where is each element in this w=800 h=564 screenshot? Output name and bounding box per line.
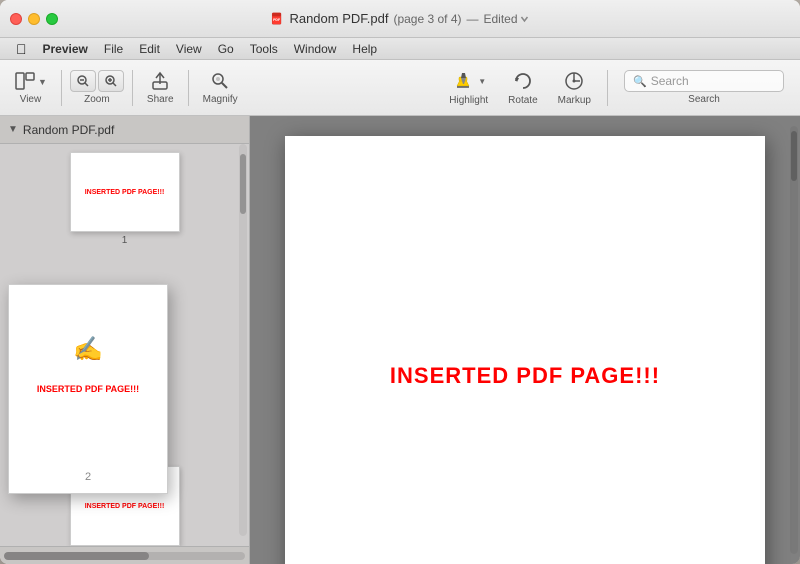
menu-window[interactable]: Window [286,38,345,60]
sidebar-scrollbar-thumb [240,154,246,214]
titlebar-separator: — [467,12,479,26]
rotate-icon [511,69,535,93]
share-icon [149,70,171,92]
minimize-button[interactable] [28,13,40,25]
close-button[interactable] [10,13,22,25]
titlebar-page-info: (page 3 of 4) [393,12,461,26]
sidebar-scrollbar[interactable] [239,144,247,536]
menu-tools[interactable]: Tools [242,38,286,60]
thumbnail-page-1[interactable]: INSERTED PDF PAGE!!! 1 [8,152,241,246]
sidebar-collapse-icon[interactable]: ▼ [8,124,18,135]
rotate-label: Rotate [508,95,537,106]
svg-text:PDF: PDF [273,17,281,21]
highlight-label: Highlight [449,95,488,106]
thumbnails-container[interactable]: INSERTED PDF PAGE!!! 1 ✍️ INSERTED PDF P… [0,144,249,546]
view-label: View [20,94,42,105]
search-group: 🔍 Search Search [616,66,792,109]
menubar:  Preview File Edit View Go Tools Window… [0,38,800,60]
search-label: Search [688,94,720,105]
pdf-page-content: INSERTED PDF PAGE!!! [390,363,660,389]
thumb-2-text: INSERTED PDF PAGE!!! [85,503,165,510]
toolbar: ▼ View [0,60,800,116]
menu-help[interactable]: Help [344,38,385,60]
markup-button[interactable]: Markup [550,65,599,110]
menu-view[interactable]: View [168,38,210,60]
zoom-label: Zoom [84,94,110,105]
view-button[interactable]: ▼ View [8,66,53,109]
zoom-group: Zoom [70,70,124,105]
markup-icon [562,69,586,93]
pdf-scrollbar[interactable] [790,126,798,554]
toolbar-sep-1 [61,70,62,106]
apple-menu[interactable]:  [8,41,35,57]
sidebar: ▼ Random PDF.pdf INSERTED PDF PAGE!!! 1 … [0,116,250,564]
toolbar-sep-4 [607,70,608,106]
traffic-lights [10,13,58,25]
magnify-label: Magnify [203,94,238,105]
titlebar-filename: Random PDF.pdf [289,11,388,26]
highlight-button[interactable]: ▼ Highlight [441,65,496,110]
chevron-down-icon [520,14,530,24]
sidebar-header: ▼ Random PDF.pdf [0,116,249,144]
magnify-icon [209,70,231,92]
search-placeholder: Search [651,74,775,88]
pdf-icon: PDF [270,12,284,26]
titlebar-center: PDF Random PDF.pdf (page 3 of 4) — Edite… [270,11,529,26]
sidebar-filename: Random PDF.pdf [23,123,114,137]
menu-go[interactable]: Go [210,38,242,60]
highlight-chevron: ▼ [478,77,486,86]
share-label: Share [147,94,174,105]
thumbnail-hover-preview: ✍️ INSERTED PDF PAGE!!! 2 [8,284,168,494]
hand-cursor-icon: ✍️ [73,335,103,364]
markup-label: Markup [558,95,591,106]
main-content: ▼ Random PDF.pdf INSERTED PDF PAGE!!! 1 … [0,116,800,564]
view-icon [14,70,36,92]
pdf-page: INSERTED PDF PAGE!!! [285,136,765,564]
magnify-button[interactable]: Magnify [197,66,244,109]
thumb-hover-num: 2 [85,471,91,483]
pdf-scrollbar-thumb [791,131,797,181]
menu-edit[interactable]: Edit [131,38,168,60]
app-window: PDF Random PDF.pdf (page 3 of 4) — Edite… [0,0,800,564]
titlebar-edited-label: Edited [484,12,530,26]
titlebar: PDF Random PDF.pdf (page 3 of 4) — Edite… [0,0,800,38]
thumb-1-num: 1 [8,235,241,246]
pdf-view[interactable]: INSERTED PDF PAGE!!! [250,116,800,564]
highlight-icon [451,69,475,93]
bottom-thumb [4,552,149,560]
thumb-hover-text: INSERTED PDF PAGE!!! [37,384,139,394]
maximize-button[interactable] [46,13,58,25]
zoom-out-button[interactable] [70,70,96,92]
zoom-in-button[interactable] [98,70,124,92]
menu-preview[interactable]: Preview [35,38,96,60]
sidebar-bottom-scrollbar [0,546,249,564]
menu-file[interactable]: File [96,38,131,60]
search-box[interactable]: 🔍 Search [624,70,784,92]
toolbar-sep-3 [188,70,189,106]
rotate-button[interactable]: Rotate [500,65,545,110]
bottom-track[interactable] [4,552,245,560]
toolbar-sep-2 [132,70,133,106]
share-button[interactable]: Share [141,66,180,109]
search-icon: 🔍 [633,75,647,88]
thumb-1-text: INSERTED PDF PAGE!!! [85,189,165,196]
